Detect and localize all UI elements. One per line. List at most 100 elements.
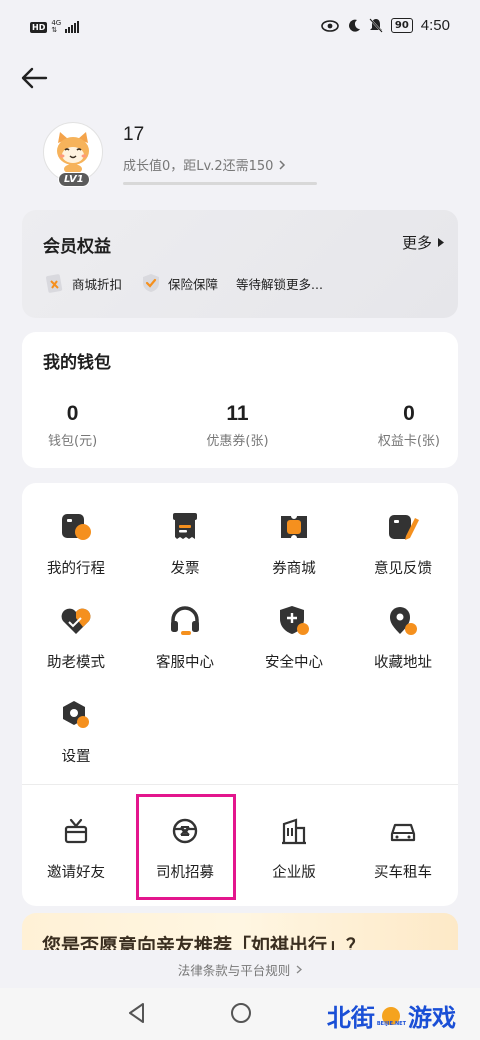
service-feedback[interactable]: 意见反馈 xyxy=(348,509,458,578)
driver-recruitment-highlight xyxy=(136,794,236,900)
battery-indicator: 90 xyxy=(390,18,413,33)
growth-link[interactable]: 成长值0，距Lv.2还需150 xyxy=(123,155,286,174)
nav-home-button[interactable] xyxy=(228,1000,254,1030)
chevron-right-icon xyxy=(296,965,303,973)
wallet-value: 0 xyxy=(403,402,415,425)
back-button[interactable] xyxy=(14,60,54,96)
system-nav-bar: 北街 BEIJIE.NET 游戏 xyxy=(0,988,480,1040)
headset-icon xyxy=(167,603,203,639)
benefits-list: 商城折扣 保险保障 等待解锁更多... xyxy=(44,272,323,294)
service-safety-center[interactable]: 安全中心 xyxy=(239,603,349,672)
gift-icon xyxy=(58,813,94,849)
service-my-trips[interactable]: 我的行程 xyxy=(21,509,131,578)
page: HD 4G ⇅ 90 4:50 LV1 17 成长值0，距Lv.2还需150 会… xyxy=(0,0,480,1040)
car-icon xyxy=(385,813,421,849)
wallet-stats: 0 钱包(元) 11 优惠券(张) 0 权益卡(张) xyxy=(22,402,458,449)
service-label: 企业版 xyxy=(272,865,316,881)
promo-banner[interactable]: 您是否愿意向亲友推荐「如祺出行」？ xyxy=(22,913,458,953)
wallet-label: 优惠券(张) xyxy=(206,434,269,449)
watermark-sun-icon: BEIJIE.NET xyxy=(377,1005,406,1027)
wallet-benefit-cards[interactable]: 0 权益卡(张) xyxy=(378,402,440,449)
benefits-title: 会员权益 xyxy=(43,237,111,257)
wallet-label: 钱包(元) xyxy=(48,434,98,449)
insurance-shield-icon xyxy=(140,272,162,294)
username: 17 xyxy=(123,124,145,145)
status-left: HD 4G ⇅ xyxy=(30,20,80,34)
service-label: 我的行程 xyxy=(47,561,105,577)
service-label: 发票 xyxy=(170,561,200,577)
triangle-back-icon xyxy=(129,1003,144,1023)
shop-discount-icon xyxy=(44,272,66,294)
service-label: 买车租车 xyxy=(374,865,432,881)
service-enterprise[interactable]: 企业版 xyxy=(239,813,349,882)
mute-bell-icon xyxy=(369,18,383,33)
service-settings[interactable]: 设置 xyxy=(21,697,131,766)
status-bar: HD 4G ⇅ 90 4:50 xyxy=(0,0,480,56)
service-elderly-mode[interactable]: 助老模式 xyxy=(21,603,131,672)
level-badge: LV1 xyxy=(58,172,90,187)
benefits-more-link[interactable]: 更多 xyxy=(402,232,444,253)
service-label: 券商城 xyxy=(272,561,316,577)
coupon-mall-icon xyxy=(276,509,312,545)
watermark-small: BEIJIE.NET xyxy=(376,1020,406,1027)
service-customer-center[interactable]: 客服中心 xyxy=(130,603,240,672)
service-saved-addresses[interactable]: 收藏地址 xyxy=(348,603,458,672)
wallet-title: 我的钱包 xyxy=(43,353,111,373)
service-label: 客服中心 xyxy=(156,655,214,671)
service-label: 邀请好友 xyxy=(47,865,105,881)
elderly-mode-icon xyxy=(58,603,94,639)
service-label: 助老模式 xyxy=(47,655,105,671)
service-invite-friends[interactable]: 邀请好友 xyxy=(21,813,131,882)
nav-back-button[interactable] xyxy=(124,1000,150,1030)
watermark-logo: 北街 BEIJIE.NET 游戏 xyxy=(327,998,456,1033)
status-right: 90 4:50 xyxy=(321,17,450,34)
growth-text: 成长值0，距Lv.2还需150 xyxy=(123,159,274,174)
moon-icon xyxy=(348,19,360,32)
building-icon xyxy=(276,813,312,849)
benefit-label: 等待解锁更多... xyxy=(236,276,323,292)
watermark-text-b: 游戏 xyxy=(408,1004,456,1032)
wallet-label: 权益卡(张) xyxy=(377,434,440,449)
service-label: 收藏地址 xyxy=(374,655,432,671)
network-arrows: ⇅ xyxy=(51,26,58,34)
triangle-right-icon xyxy=(438,238,444,247)
legal-link[interactable]: 法律条款与平台规则 xyxy=(0,950,480,988)
benefits-more-label: 更多 xyxy=(401,234,432,252)
service-label: 安全中心 xyxy=(265,655,323,671)
chevron-right-icon xyxy=(279,159,286,170)
trip-icon xyxy=(58,509,94,545)
services-divider xyxy=(22,784,458,785)
benefit-insurance[interactable]: 保险保障 xyxy=(140,272,218,294)
clock: 4:50 xyxy=(420,17,450,34)
wallet-card: 我的钱包 0 钱包(元) 11 优惠券(张) 0 权益卡(张) xyxy=(22,332,458,468)
invoice-icon xyxy=(167,509,203,545)
safety-shield-icon xyxy=(276,603,312,639)
feedback-icon xyxy=(385,509,421,545)
benefit-unlock-more: 等待解锁更多... xyxy=(236,274,323,293)
service-buy-rent-car[interactable]: 买车租车 xyxy=(348,813,458,882)
hd-badge: HD xyxy=(30,21,48,33)
service-coupon-mall[interactable]: 券商城 xyxy=(239,509,349,578)
legal-text: 法律条款与平台规则 xyxy=(177,962,291,978)
services-card: 我的行程 发票 券商城 意见反馈 助老模式 客服中心 安全中心 收藏地址 设置 … xyxy=(22,483,458,906)
service-invoice[interactable]: 发票 xyxy=(130,509,240,578)
cat-mascot-icon xyxy=(57,132,89,174)
benefit-shop-discount[interactable]: 商城折扣 xyxy=(44,272,122,294)
service-label: 设置 xyxy=(61,749,91,765)
benefit-label: 商城折扣 xyxy=(72,276,123,292)
settings-icon xyxy=(58,697,94,733)
service-label: 意见反馈 xyxy=(374,561,432,577)
member-benefits-card[interactable]: 会员权益 更多 商城折扣 保险保障 等待解锁更多... xyxy=(22,210,458,318)
circle-home-icon xyxy=(231,1003,251,1023)
location-pin-icon xyxy=(385,603,421,639)
wallet-coupons[interactable]: 11 优惠券(张) xyxy=(206,402,268,449)
signal-icon xyxy=(65,21,80,33)
growth-progress-bar xyxy=(123,182,317,185)
wallet-value: 0 xyxy=(66,402,79,425)
watermark-text-a: 北街 xyxy=(326,1004,375,1032)
wallet-value: 11 xyxy=(226,402,249,425)
back-arrow-icon xyxy=(21,67,48,89)
wallet-balance[interactable]: 0 钱包(元) xyxy=(48,402,97,449)
benefit-label: 保险保障 xyxy=(168,276,219,292)
eye-icon xyxy=(321,19,339,32)
